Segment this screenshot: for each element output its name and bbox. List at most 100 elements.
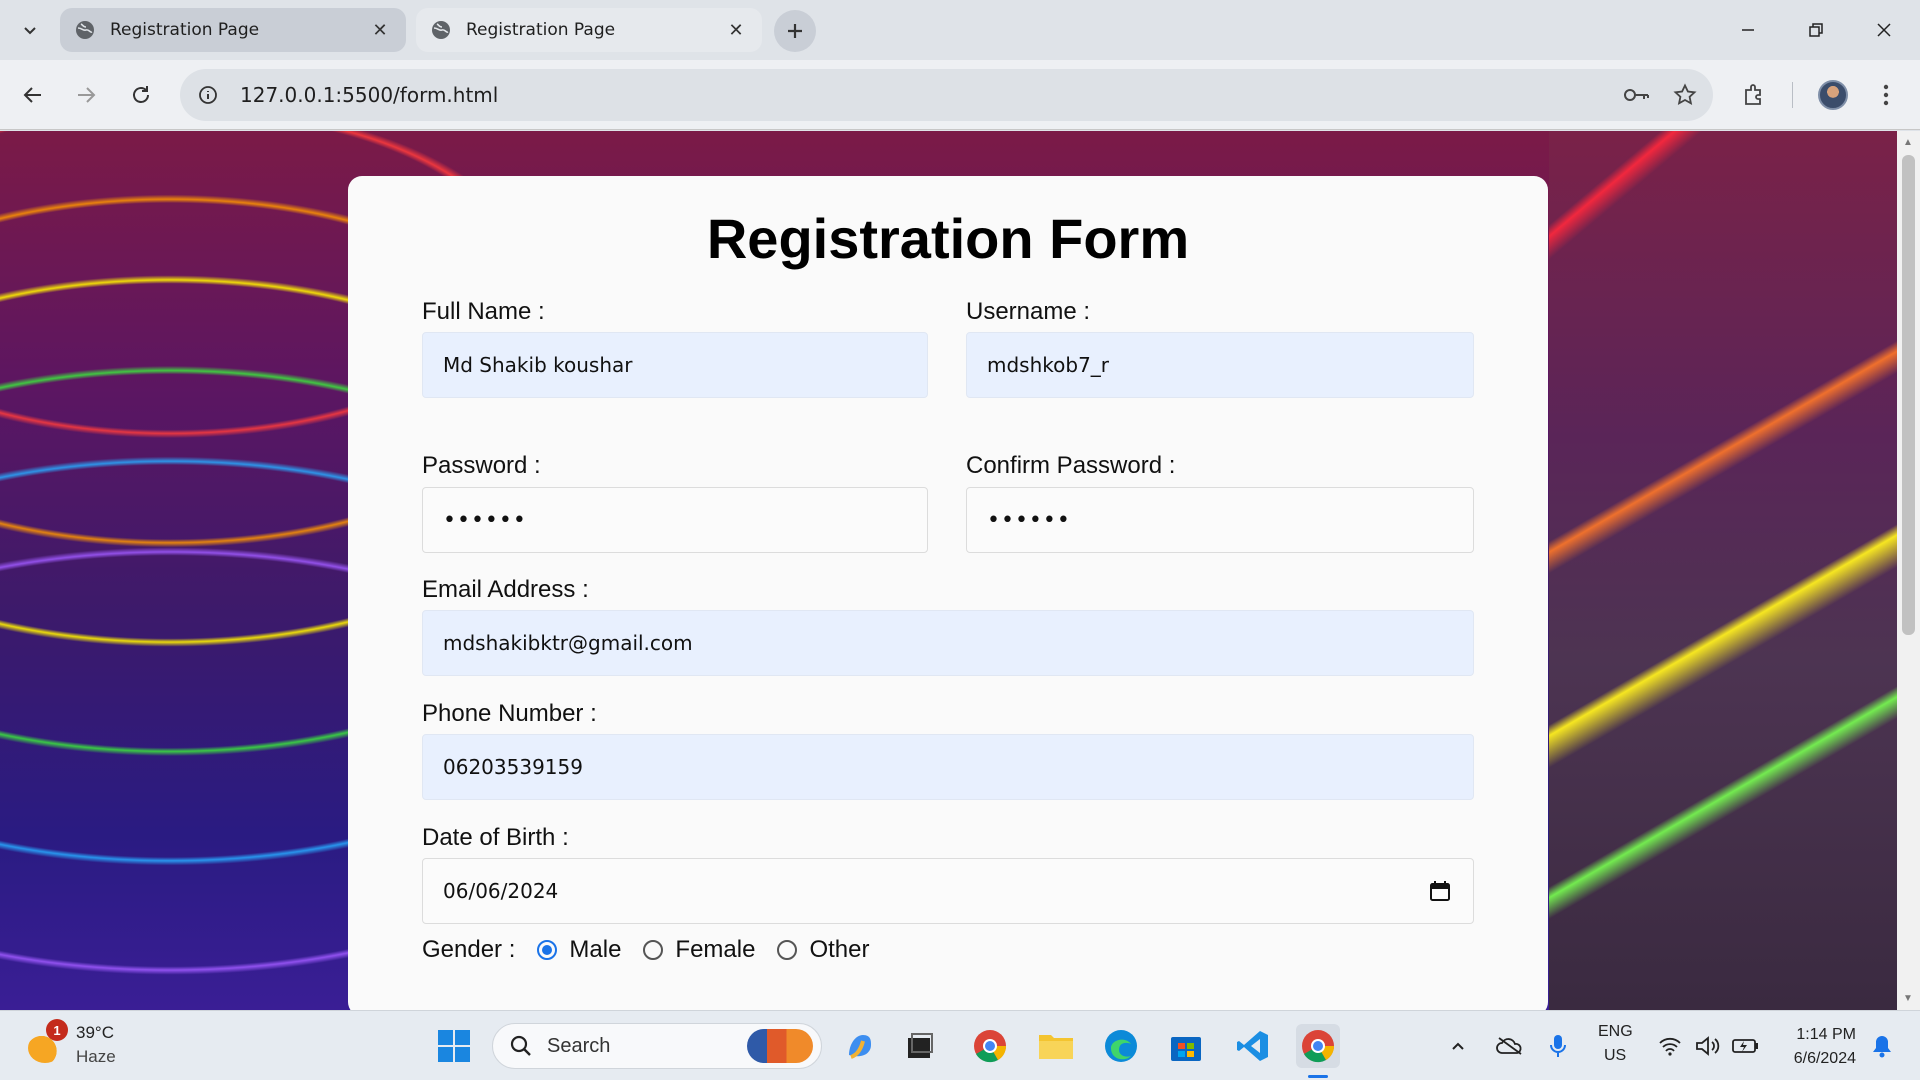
vscode-app[interactable] [1231, 1024, 1275, 1068]
restore-button[interactable] [1782, 0, 1850, 60]
onedrive-tray[interactable] [1490, 1024, 1530, 1068]
scroll-up-arrow[interactable]: ▲ [1903, 137, 1913, 148]
menu-button[interactable] [1866, 75, 1906, 115]
system-clock[interactable]: 1:14 PM 6/6/2024 [1778, 1023, 1856, 1071]
microphone-tray[interactable] [1538, 1024, 1578, 1068]
phone-label: Phone Number : [422, 700, 597, 727]
volume-tray[interactable] [1690, 1024, 1726, 1068]
microsoft-store-app[interactable] [1164, 1024, 1208, 1068]
tab-registration-1[interactable]: Registration Page ✕ [60, 8, 406, 52]
gender-option-female[interactable]: Female [675, 936, 755, 964]
show-hidden-icons-button[interactable] [1440, 1024, 1476, 1068]
email-input[interactable]: mdshakibktr@gmail.com [422, 610, 1474, 676]
gender-option-male[interactable]: Male [569, 936, 621, 964]
page-scrollbar[interactable]: ▲ ▼ [1897, 131, 1920, 1010]
speaker-icon [1696, 1036, 1720, 1056]
full-name-value: Md Shakib koushar [443, 353, 633, 377]
globe-icon [76, 21, 94, 39]
vscode-icon [1237, 1031, 1268, 1061]
scroll-down-arrow[interactable]: ▼ [1903, 993, 1913, 1004]
reload-button[interactable] [121, 75, 161, 115]
restore-icon [1809, 23, 1823, 37]
puzzle-icon [1745, 84, 1761, 105]
new-tab-button[interactable] [774, 10, 816, 52]
calendar-icon[interactable] [1429, 880, 1451, 902]
minimize-icon [1742, 29, 1754, 31]
chrome-icon [1302, 1030, 1335, 1063]
close-window-button[interactable] [1850, 0, 1918, 60]
tab-title: Registration Page [110, 20, 260, 40]
full-name-input[interactable]: Md Shakib koushar [422, 332, 928, 398]
profile-avatar[interactable] [1818, 80, 1848, 110]
search-highlight-icon [747, 1029, 813, 1063]
edge-app[interactable] [1099, 1024, 1143, 1068]
tab-registration-2[interactable]: Registration Page ✕ [416, 8, 762, 52]
plus-icon [788, 24, 802, 38]
password-label: Password : [422, 452, 541, 479]
wifi-tray[interactable] [1652, 1024, 1688, 1068]
confirm-password-input[interactable]: •••••• [966, 487, 1474, 553]
copilot-app[interactable] [838, 1024, 882, 1068]
language-line2[interactable]: US [1604, 1047, 1626, 1065]
gender-label: Gender : [422, 936, 516, 963]
extensions-button[interactable] [1734, 75, 1774, 115]
url-text[interactable]: 127.0.0.1:5500/form.html [240, 83, 1617, 107]
tab-title: Registration Page [466, 20, 616, 40]
password-value: •••••• [443, 507, 527, 533]
gender-radio-male[interactable] [537, 940, 558, 960]
battery-tray[interactable] [1728, 1024, 1764, 1068]
phone-input[interactable]: 06203539159 [422, 734, 1474, 800]
bell-icon [1873, 1036, 1891, 1058]
password-key-icon[interactable] [1617, 75, 1657, 115]
scrollbar-thumb[interactable] [1902, 155, 1915, 635]
gender-radio-female[interactable] [643, 940, 664, 960]
tab-search-button[interactable] [12, 12, 48, 48]
clock-date: 6/6/2024 [1793, 1050, 1856, 1067]
copilot-icon [849, 1035, 871, 1059]
forward-button[interactable] [66, 75, 106, 115]
search-icon [510, 1035, 531, 1056]
gender-option-other[interactable]: Other [809, 936, 869, 964]
chrome-profile-app[interactable] [968, 1024, 1012, 1068]
wifi-icon [1659, 1037, 1681, 1056]
gender-group: Gender : Male Female Other [422, 936, 869, 964]
edge-icon [1105, 1030, 1137, 1062]
username-input[interactable]: mdshkob7_r [966, 332, 1474, 398]
toolbar-divider [1792, 82, 1793, 108]
battery-charging-icon [1732, 1039, 1758, 1053]
taskbar-search[interactable]: Search [492, 1023, 822, 1069]
close-tab-button[interactable]: ✕ [368, 18, 392, 42]
arrow-right-icon [78, 87, 96, 103]
chrome-active-app[interactable] [1296, 1024, 1340, 1068]
username-label: Username : [966, 298, 1091, 325]
confirm-password-value: •••••• [987, 507, 1071, 533]
start-button[interactable] [432, 1024, 476, 1068]
email-label: Email Address : [422, 576, 589, 603]
windows-logo-icon [438, 1030, 470, 1062]
arrow-left-icon [23, 87, 41, 103]
file-explorer-app[interactable] [1034, 1024, 1078, 1068]
globe-icon [432, 21, 450, 39]
close-icon [1877, 23, 1891, 37]
bookmark-star-icon[interactable] [1665, 75, 1705, 115]
chrome-icon [974, 1030, 1007, 1063]
dob-input[interactable]: 06/06/2024 [422, 858, 1474, 924]
weather-temp[interactable]: 39°C [76, 1023, 114, 1043]
tab-strip: Registration Page ✕ Registration Page ✕ [0, 0, 1920, 60]
password-input[interactable]: •••••• [422, 487, 928, 553]
close-tab-button[interactable]: ✕ [724, 18, 748, 42]
weather-badge: 1 [46, 1019, 68, 1041]
microphone-icon [1550, 1035, 1566, 1057]
task-view-app[interactable] [898, 1024, 942, 1068]
weather-condition[interactable]: Haze [76, 1047, 116, 1067]
address-bar[interactable]: 127.0.0.1:5500/form.html [180, 69, 1713, 121]
back-button[interactable] [13, 75, 53, 115]
minimize-button[interactable] [1714, 0, 1782, 60]
browser-toolbar: 127.0.0.1:5500/form.html [0, 60, 1920, 130]
notifications-button[interactable] [1864, 1024, 1900, 1068]
confirm-password-label: Confirm Password : [966, 452, 1176, 479]
site-info-icon[interactable] [192, 79, 224, 111]
gender-radio-other[interactable] [777, 940, 798, 960]
language-line1[interactable]: ENG [1598, 1023, 1633, 1041]
phone-value: 06203539159 [443, 755, 583, 779]
